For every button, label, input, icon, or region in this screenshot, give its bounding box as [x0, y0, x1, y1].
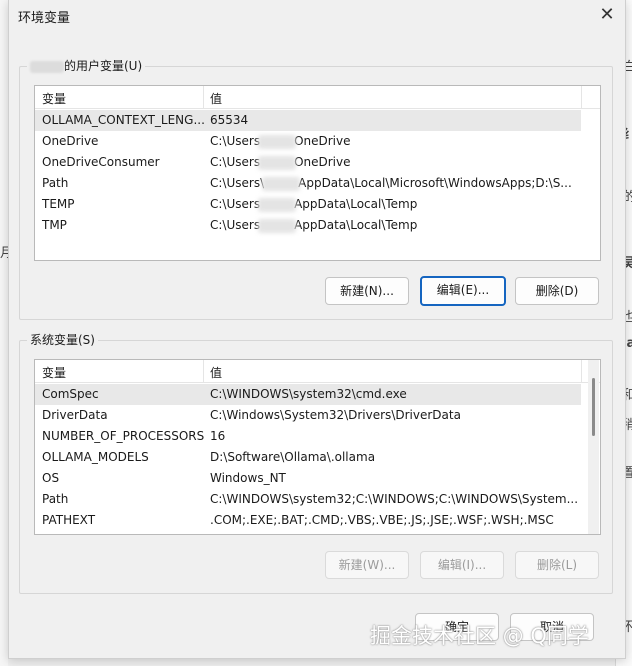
row-value: C:\WINDOWS\system32\cmd.exe	[210, 387, 407, 401]
environment-variables-dialog: 环境变量 ✕ 的用户变量(U) 变量 值 OLLAMA_CONTEXT_LENG…	[8, 0, 626, 659]
list-header: 变量 值	[35, 360, 600, 383]
table-row[interactable]: OneDrive C:\Users OneDrive	[35, 131, 581, 152]
value-part: C:\Users	[210, 197, 261, 211]
row-value: 16	[210, 429, 226, 443]
table-row[interactable]: TEMP C:\Users AppData\Local\Temp	[35, 194, 581, 215]
row-value: C:\Users OneDrive	[210, 155, 351, 170]
row-variable: OLLAMA_MODELS	[42, 450, 149, 464]
row-value: C:\WINDOWS\system32;C:\WINDOWS;C:\WINDOW…	[210, 492, 579, 506]
row-variable: TMP	[42, 218, 67, 232]
row-value: C:\Users\ AppData\Local\Microsoft\Windows…	[210, 176, 572, 191]
system-edit-button[interactable]: 编辑(I)...	[420, 551, 504, 579]
row-variable: ComSpec	[42, 387, 99, 401]
system-variables-list[interactable]: 变量 值 ComSpec C:\WINDOWS\system32\cmd.exe…	[34, 359, 601, 535]
row-variable: Path	[42, 492, 69, 506]
redacted-username	[262, 176, 301, 191]
table-row[interactable]: OLLAMA_CONTEXT_LENG... 65534	[35, 110, 581, 131]
value-part: AppData\Local\Temp	[294, 197, 418, 211]
title-bar: 环境变量 ✕	[9, 0, 625, 32]
value-part: AppData\Local\Temp	[294, 218, 418, 232]
row-variable: OS	[42, 471, 60, 485]
table-row[interactable]: TMP C:\Users AppData\Local\Temp	[35, 215, 581, 236]
value-part: C:\Users	[210, 134, 261, 148]
user-new-button[interactable]: 新建(N)...	[325, 277, 409, 305]
user-delete-button[interactable]: 删除(D)	[515, 277, 599, 305]
vertical-scrollbar[interactable]	[588, 360, 599, 534]
table-row[interactable]: PATHEXT .COM;.EXE;.BAT;.CMD;.VBS;.VBE;.J…	[35, 510, 581, 531]
dialog-title: 环境变量	[18, 11, 71, 26]
scrollbar-thumb[interactable]	[592, 378, 595, 436]
row-value: 65534	[210, 113, 249, 127]
column-header-variable[interactable]: 变量	[42, 364, 66, 381]
table-row[interactable]: ComSpec C:\WINDOWS\system32\cmd.exe	[35, 384, 581, 405]
row-variable: Path	[42, 176, 69, 190]
system-new-button[interactable]: 新建(W)...	[325, 551, 409, 579]
system-variables-label: 系统变量(S)	[27, 331, 98, 348]
close-icon[interactable]: ✕	[593, 2, 621, 28]
table-row[interactable]: DriverData C:\Windows\System32\Drivers\D…	[35, 405, 581, 426]
value-part: OneDrive	[294, 134, 351, 148]
row-value: Windows_NT	[210, 471, 286, 485]
row-value: C:\Users AppData\Local\Temp	[210, 218, 417, 233]
user-variables-label: 的用户变量(U)	[27, 57, 146, 74]
column-header-value[interactable]: 值	[210, 364, 222, 381]
row-variable: TEMP	[42, 197, 75, 211]
system-delete-button[interactable]: 删除(L)	[515, 551, 599, 579]
value-part: OneDrive	[294, 155, 351, 169]
row-value: C:\Users OneDrive	[210, 134, 351, 149]
column-header-variable[interactable]: 变量	[42, 90, 66, 107]
column-header-value[interactable]: 值	[210, 90, 222, 107]
user-variables-list[interactable]: 变量 值 OLLAMA_CONTEXT_LENG... 65534 OneDri…	[34, 85, 601, 261]
list-header: 变量 值	[35, 86, 600, 109]
background-window-left	[0, 0, 8, 666]
value-part: C:\Users	[210, 155, 261, 169]
redacted-username	[258, 155, 297, 170]
row-variable: PATHEXT	[42, 513, 96, 527]
watermark: 掘金技术社区 @ Q同学	[370, 624, 589, 648]
row-value: .COM;.EXE;.BAT;.CMD;.VBS;.VBE;.JS;.JSE;.…	[210, 513, 554, 527]
row-variable: DriverData	[42, 408, 108, 422]
user-edit-button[interactable]: 编辑(E)...	[420, 276, 506, 306]
table-row[interactable]: NUMBER_OF_PROCESSORS 16	[35, 426, 581, 447]
table-row[interactable]: OneDriveConsumer C:\Users OneDrive	[35, 152, 581, 173]
value-part: C:\Users\	[210, 176, 265, 190]
value-part: AppData\Local\Microsoft\WindowsApps;D:\S…	[298, 176, 572, 190]
row-variable: OneDrive	[42, 134, 99, 148]
row-value: D:\Software\Ollama\.ollama	[210, 450, 376, 464]
row-variable: OneDriveConsumer	[42, 155, 160, 169]
row-variable: OLLAMA_CONTEXT_LENG...	[42, 113, 205, 127]
redacted-username	[258, 134, 297, 149]
table-row[interactable]: Path C:\WINDOWS\system32;C:\WINDOWS;C:\W…	[35, 489, 581, 510]
redacted-username	[30, 60, 64, 73]
table-row[interactable]: OLLAMA_MODELS D:\Software\Ollama\.ollama	[35, 447, 581, 468]
row-value: C:\Users AppData\Local\Temp	[210, 197, 417, 212]
value-part: C:\Users	[210, 218, 261, 232]
table-row[interactable]: Path C:\Users\ AppData\Local\Microsoft\Wi…	[35, 173, 581, 194]
row-value: C:\Windows\System32\Drivers\DriverData	[210, 408, 461, 422]
user-variables-label-text: 的用户变量(U)	[64, 59, 143, 73]
table-row[interactable]: OS Windows_NT	[35, 468, 581, 489]
redacted-username	[258, 197, 297, 212]
row-variable: NUMBER_OF_PROCESSORS	[42, 429, 205, 443]
redacted-username	[258, 218, 297, 233]
